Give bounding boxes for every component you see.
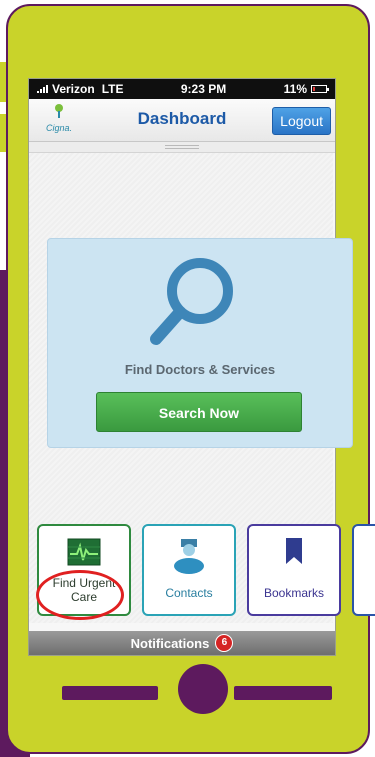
notifications-bar[interactable]: Notifications 6	[29, 631, 335, 655]
signal-carrier: Verizon LTE	[37, 82, 123, 96]
pull-down-grip[interactable]	[29, 142, 335, 153]
search-card: Find Doctors & Services Search Now	[47, 238, 353, 448]
network-type: LTE	[101, 82, 124, 96]
decorative-bar-left	[62, 686, 158, 700]
bookmark-icon	[286, 538, 302, 564]
bookmarks-tile[interactable]: Bookmarks	[247, 524, 341, 616]
carrier-name: Verizon	[52, 82, 95, 96]
doctor-icon	[174, 539, 204, 574]
decorative-bar-right	[234, 686, 332, 700]
search-now-button[interactable]: Search Now	[96, 392, 302, 432]
notifications-label: Notifications	[130, 635, 210, 651]
logout-button[interactable]: Logout	[272, 107, 331, 135]
home-button	[178, 664, 228, 714]
search-card-title: Find Doctors & Services	[124, 362, 276, 377]
ecg-monitor-icon	[67, 538, 101, 566]
battery-status: 11%	[283, 82, 329, 96]
highlight-circle	[36, 570, 124, 620]
notification-count-badge: 6	[215, 634, 234, 652]
contacts-tile[interactable]: Contacts	[142, 524, 236, 616]
navigation-bar: Cigna. Dashboard Logout	[29, 99, 335, 142]
tile-label: Contacts	[165, 586, 213, 600]
magnifier-icon	[150, 258, 233, 345]
clock: 9:23 PM	[180, 82, 227, 96]
tile-label: Bookmarks	[263, 586, 325, 600]
battery-icon	[311, 85, 329, 93]
battery-percent: 11%	[283, 82, 307, 96]
signal-icon	[37, 85, 48, 93]
partial-tile[interactable]	[352, 524, 375, 616]
status-bar: Verizon LTE 9:23 PM 11%	[29, 79, 335, 99]
